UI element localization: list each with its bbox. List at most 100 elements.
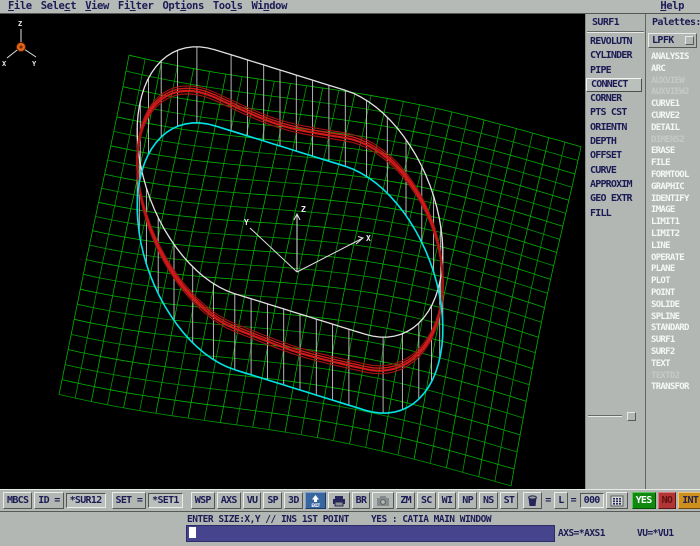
zm-button[interactable]: ZM: [396, 492, 415, 509]
set-label: SET =: [112, 492, 147, 509]
np-button[interactable]: NP: [458, 492, 477, 509]
panel-resize-handle[interactable]: [627, 412, 636, 421]
svg-text:X: X: [366, 234, 371, 243]
surf1-item-fill[interactable]: FILL: [586, 207, 645, 221]
palette-item-solide[interactable]: SOLIDE: [646, 300, 700, 312]
menu-item-tools[interactable]: Tools: [213, 0, 243, 13]
svg-text:Z: Z: [18, 20, 22, 28]
3d-button[interactable]: 3D: [284, 492, 303, 509]
svg-text:EXIT: EXIT: [311, 503, 320, 508]
prompt-message: ENTER SIZE:X,Y // INS 1ST POINT: [187, 514, 349, 525]
surf1-item-corner[interactable]: CORNER: [586, 92, 645, 106]
menu-item-select[interactable]: Select: [41, 0, 77, 13]
equals-sign: =: [544, 495, 552, 506]
dropdown-arrow-icon: [685, 36, 694, 45]
palette-item-line[interactable]: LINE: [646, 241, 700, 253]
palette-item-limit2[interactable]: LIMIT2: [646, 229, 700, 241]
surf1-item-offset[interactable]: OFFSET: [586, 149, 645, 163]
surf1-item-approxim[interactable]: APPROXIM: [586, 178, 645, 192]
exit-button[interactable]: EXIT: [305, 492, 326, 509]
menu-item-window[interactable]: Window: [252, 0, 288, 13]
st-button[interactable]: ST: [500, 492, 519, 509]
command-row: AXS=*AXS1 VU=*VU1: [0, 525, 700, 546]
viewport-canvas[interactable]: ZYXZXY: [0, 14, 585, 489]
br-button[interactable]: BR: [352, 492, 371, 509]
surf1-item-revolutn[interactable]: REVOLUTN: [586, 35, 645, 49]
surf1-item-cylinder[interactable]: CYLINDER: [586, 49, 645, 63]
svg-text:Y: Y: [32, 60, 37, 68]
palette-item-point[interactable]: POINT: [646, 288, 700, 300]
layer-button[interactable]: L: [554, 492, 567, 509]
surf1-item-depth[interactable]: DEPTH: [586, 135, 645, 149]
wi-button[interactable]: WI: [438, 492, 457, 509]
palette-item-surf1[interactable]: SURF1: [646, 335, 700, 347]
menu-item-filter[interactable]: Filter: [118, 0, 154, 13]
menu-item-help[interactable]: Help: [660, 0, 684, 13]
palette-item-formtool[interactable]: FORMTOOL: [646, 170, 700, 182]
menu-item-options[interactable]: Options: [162, 0, 203, 13]
palette-item-spline[interactable]: SPLINE: [646, 312, 700, 324]
palette-selector[interactable]: LPFK: [648, 33, 697, 48]
plot-button[interactable]: [328, 492, 350, 509]
palette-item-operate[interactable]: OPERATE: [646, 253, 700, 265]
sp-button[interactable]: SP: [263, 492, 282, 509]
palette-item-plane[interactable]: PLANE: [646, 264, 700, 276]
surf1-item-orientn[interactable]: ORIENTN: [586, 121, 645, 135]
keypad-icon: [610, 495, 624, 507]
filter-bin-button[interactable]: [523, 492, 542, 509]
wsp-button[interactable]: WSP: [191, 492, 215, 509]
surf1-item-connect[interactable]: CONNECT: [586, 78, 642, 92]
palette-item-transfor[interactable]: TRANSFOR: [646, 382, 700, 394]
catia-main-window: File Select View Filter Options Tools Window H…: [0, 0, 700, 546]
palette-item-detail[interactable]: DETAIL: [646, 123, 700, 135]
palette-item-curve2[interactable]: CURVE2: [646, 111, 700, 123]
palette-item-auxview: AUXVIEW: [646, 76, 700, 88]
palette-item-graphic[interactable]: GRAPHIC: [646, 182, 700, 194]
palette-item-analysis[interactable]: ANALYSIS: [646, 52, 700, 64]
layer-field[interactable]: 000: [580, 493, 604, 508]
current-set-field[interactable]: *SET1: [148, 493, 183, 508]
surf1-item-pts-cst[interactable]: PTS CST: [586, 106, 645, 120]
surf1-item-pipe[interactable]: PIPE: [586, 64, 645, 78]
surf1-item-geo-extr[interactable]: GEO EXTR: [586, 192, 645, 206]
palette-item-dimens2: DIMENS2: [646, 135, 700, 147]
palette-item-image[interactable]: IMAGE: [646, 205, 700, 217]
palette-item-arc[interactable]: ARC: [646, 64, 700, 76]
capture-button[interactable]: [372, 492, 394, 509]
wireframe-scene: ZYXZXY: [0, 14, 585, 489]
current-id-field[interactable]: *SUR12: [66, 493, 106, 508]
keypad-button[interactable]: [606, 492, 628, 509]
yes-button[interactable]: YES: [632, 492, 656, 509]
current-view-label: VU=*VU1: [637, 528, 674, 539]
mbcs-button[interactable]: MBCS: [3, 492, 32, 509]
palettes-panel-title: Palettes:: [646, 14, 700, 28]
palette-selector-value: LPFK: [652, 35, 674, 46]
palette-item-plot[interactable]: PLOT: [646, 276, 700, 288]
divider: [588, 415, 622, 417]
int-button[interactable]: INT: [678, 492, 700, 509]
surf1-item-curve[interactable]: CURVE: [586, 164, 645, 178]
vu-button[interactable]: VU: [243, 492, 262, 509]
menu-item-view[interactable]: View: [85, 0, 109, 13]
menu-item-file[interactable]: File: [8, 0, 32, 13]
command-input[interactable]: [186, 525, 555, 542]
sc-button[interactable]: SC: [417, 492, 436, 509]
palettes-panel: Palettes: LPFK ANALYSISARCAUXVIEWAUXVIEW…: [645, 14, 700, 489]
palette-item-standard[interactable]: STANDARD: [646, 323, 700, 335]
palette-item-surf2[interactable]: SURF2: [646, 347, 700, 359]
text-cursor: [189, 527, 196, 538]
equals-sign: =: [570, 495, 578, 506]
id-label: ID =: [34, 492, 63, 509]
palette-item-identify[interactable]: IDENTIFY: [646, 194, 700, 206]
svg-text:Z: Z: [301, 205, 306, 214]
current-axis-label: AXS=*AXS1: [558, 528, 605, 539]
palette-item-curve1[interactable]: CURVE1: [646, 99, 700, 111]
palette-item-limit1[interactable]: LIMIT1: [646, 217, 700, 229]
axs-button[interactable]: AXS: [217, 492, 241, 509]
palette-item-text[interactable]: TEXT: [646, 359, 700, 371]
no-button[interactable]: NO: [658, 492, 677, 509]
window-message: YES : CATIA MAIN WINDOW: [371, 514, 491, 525]
ns-button[interactable]: NS: [479, 492, 498, 509]
palette-item-file[interactable]: FILE: [646, 158, 700, 170]
palette-item-erase[interactable]: ERASE: [646, 146, 700, 158]
